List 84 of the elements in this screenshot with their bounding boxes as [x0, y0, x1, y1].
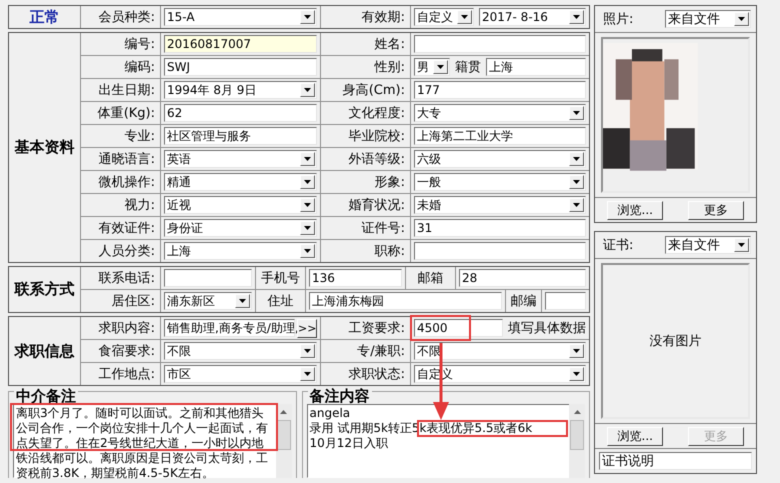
dropdown[interactable]: 大专 [414, 104, 586, 122]
section-title: 求职信息 [9, 317, 81, 385]
input-field[interactable]: 62 [164, 104, 317, 122]
status-label: 正常 [9, 6, 81, 28]
field-label: 手机号 [256, 267, 306, 289]
field-label: 微机操作: [81, 171, 161, 193]
input-field[interactable]: 20160817007 [164, 35, 317, 53]
field-label: 籍贯 [455, 59, 481, 76]
field-label: 职称: [321, 240, 411, 262]
input-field[interactable]: 上海第二工业大学 [414, 127, 586, 145]
dropdown[interactable]: 15-A [164, 8, 317, 26]
field-label: 有效证件: [81, 217, 161, 239]
dropdown[interactable]: 浦东新区 [164, 292, 252, 310]
field-label: 住址 [256, 290, 306, 312]
field-label: 求职状态: [321, 363, 411, 385]
field-label: 文化程度: [321, 102, 411, 124]
dropdown[interactable]: 市区 [164, 365, 317, 383]
field-label: 居住区: [81, 290, 161, 312]
field-label: 人员分类: [81, 240, 161, 262]
field-label: 会员种类: [81, 6, 161, 28]
input-field[interactable]: 136 [309, 269, 402, 287]
field-label: 联系电话: [81, 267, 161, 289]
empty-message: 没有图片 [650, 333, 702, 350]
dropdown[interactable]: 2017- 8-16 [479, 8, 586, 26]
field-label: 性别: [321, 56, 411, 78]
field-label: 照片: [603, 11, 634, 28]
dropdown[interactable]: 近视 [164, 196, 317, 214]
field-label: 求职内容: [81, 317, 161, 339]
field-label: 工资要求: [321, 317, 411, 339]
field-label: 工作地点: [81, 363, 161, 385]
input-field[interactable]: 4500 [414, 319, 503, 337]
field-label: 证件号: [321, 217, 411, 239]
dropdown[interactable]: 不限 [414, 342, 586, 360]
input-field[interactable]: 社区管理与服务 [164, 127, 317, 145]
more-button[interactable]: >> [297, 318, 317, 338]
dropdown[interactable]: 一般 [414, 173, 586, 191]
field-label: 填写具体数据 [508, 320, 586, 337]
section-title: 联系方式 [9, 267, 81, 312]
source-dropdown[interactable]: 来自文件 [665, 10, 751, 28]
dropdown[interactable]: 自定义 [414, 365, 586, 383]
field-label: 毕业院校: [321, 125, 411, 147]
dropdown[interactable]: 英语 [164, 150, 317, 168]
field-label: 出生日期: [81, 79, 161, 101]
input-field[interactable]: 上海 [486, 58, 586, 76]
group-title: 备注内容 [308, 388, 372, 404]
field-label: 食宿要求: [81, 340, 161, 362]
field-label: 通晓语言: [81, 148, 161, 170]
input-field[interactable]: 上海浦东梅园 [309, 292, 502, 310]
field-label: 编号: [81, 33, 161, 55]
field-label: 专业: [81, 125, 161, 147]
dropdown[interactable]: 上海 [164, 242, 317, 260]
action-button[interactable]: 浏览... [607, 200, 664, 220]
input-field[interactable]: SWJ [164, 58, 317, 76]
field-label: 视力: [81, 194, 161, 216]
field-label: 邮箱 [406, 267, 456, 289]
field-label: 编码: [81, 56, 161, 78]
field-label: 邮编 [506, 290, 542, 312]
field-label: 姓名: [321, 33, 411, 55]
input-field[interactable]: 31 [414, 219, 586, 237]
dropdown[interactable]: 1994年 8月 9日 [164, 81, 317, 99]
dropdown[interactable]: 男 [414, 58, 450, 76]
field-label: 婚育状况: [321, 194, 411, 216]
field-label: 身高(Cm): [321, 79, 411, 101]
field-label: 外语等级: [321, 148, 411, 170]
dropdown[interactable]: 六级 [414, 150, 586, 168]
field-label: 体重(Kg): [81, 102, 161, 124]
input-field[interactable]: 177 [414, 81, 586, 99]
field-label: 专/兼职: [321, 340, 411, 362]
dropdown[interactable]: 身份证 [164, 219, 317, 237]
dropdown[interactable]: 自定义 [414, 8, 474, 26]
group-title: 中介备注 [14, 388, 78, 404]
dropdown[interactable]: 精通 [164, 173, 317, 191]
input-field[interactable]: 证书说明 [599, 452, 752, 470]
action-button[interactable]: 浏览... [607, 426, 664, 446]
field-label: 证书: [603, 237, 634, 254]
input-field[interactable]: 28 [459, 269, 586, 287]
notes-field[interactable]: 离职3个月了。随时可以面试。之前和其他猎头公司合作，一个岗位安排十几个人一起面试，有点失望了。住在2号线世纪大道，一小时以内地铁沿线都可以。离职原因是日资公司太苛刻，工资税前3.8K，期望税前4.5-5K左右。 [13, 404, 276, 478]
dropdown[interactable]: 不限 [164, 342, 317, 360]
dropdown[interactable]: 未婚 [414, 196, 586, 214]
section-title: 基本资料 [9, 33, 81, 262]
action-button[interactable]: 更多 [688, 200, 744, 220]
field-label: 形象: [321, 171, 411, 193]
field-label: 有效期: [321, 6, 411, 28]
source-dropdown[interactable]: 来自文件 [665, 236, 751, 254]
